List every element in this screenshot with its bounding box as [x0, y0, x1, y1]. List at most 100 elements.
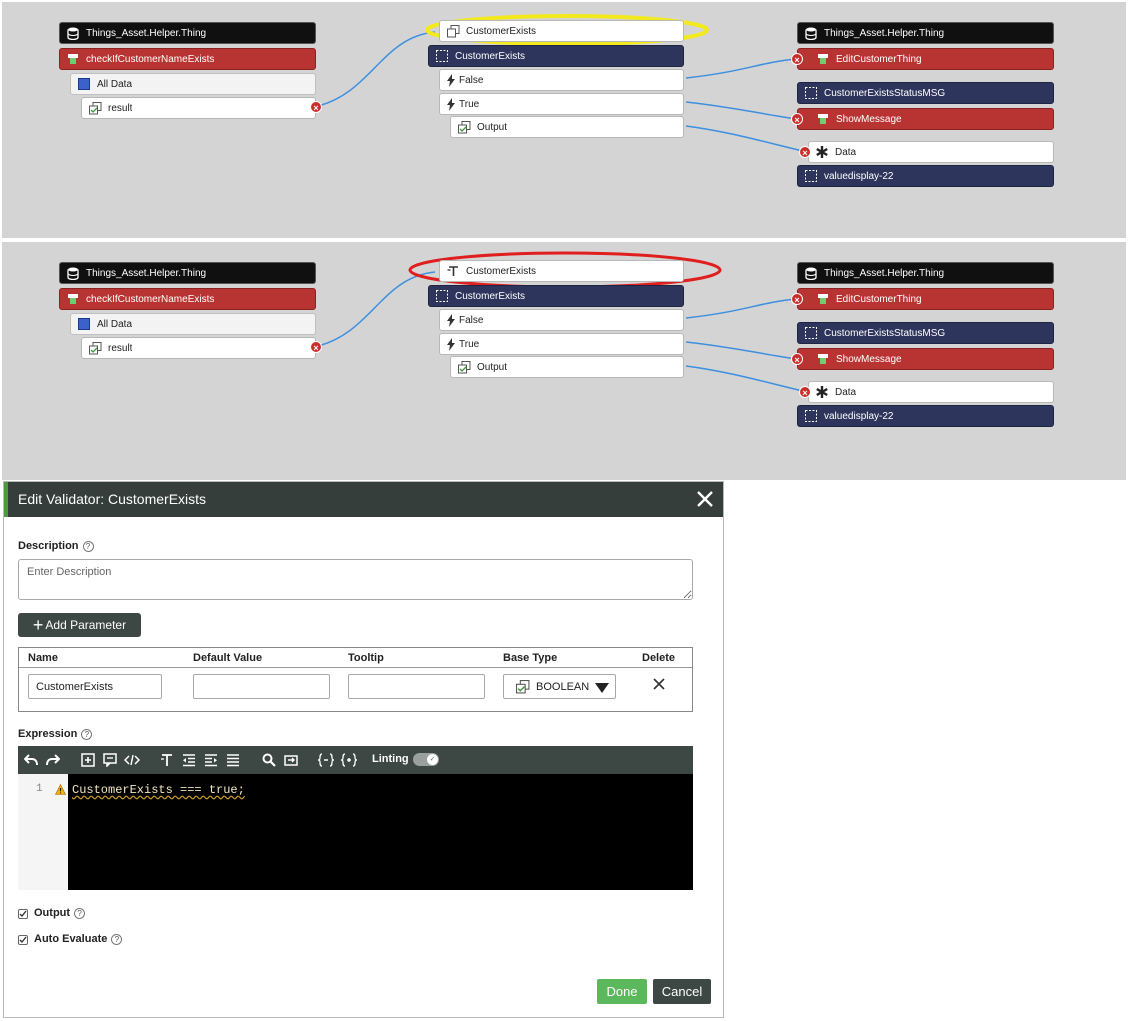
- thing-node[interactable]: Things_Asset.Helper.Thing: [59, 22, 316, 44]
- output-node[interactable]: Output: [450, 356, 684, 378]
- true-label: True: [459, 98, 480, 110]
- remove-binding-icon[interactable]: ×: [799, 386, 811, 398]
- data-property-node[interactable]: Data: [808, 381, 1054, 403]
- output-label: Output: [477, 121, 508, 133]
- boolean-icon: [88, 341, 102, 355]
- undo-icon[interactable]: [23, 752, 39, 768]
- show-message-node[interactable]: ShowMessage: [797, 348, 1054, 370]
- delete-param-icon[interactable]: [651, 676, 667, 692]
- param-label: CustomerExists: [466, 265, 537, 277]
- remove-binding-icon[interactable]: ×: [310, 341, 322, 353]
- binding-canvas-top[interactable]: Things_Asset.Helper.Thing checkIfCustome…: [2, 2, 1126, 238]
- false-event-node[interactable]: False: [439, 69, 684, 91]
- false-event-node[interactable]: False: [439, 309, 684, 331]
- valuedisplay-node[interactable]: valuedisplay-22: [797, 165, 1054, 187]
- output-checkbox[interactable]: [18, 909, 28, 919]
- description-input[interactable]: [18, 559, 693, 600]
- binding-canvas-bottom[interactable]: Things_Asset.Helper.Thing checkIfCustome…: [2, 242, 1126, 480]
- show-message-node[interactable]: ShowMessage: [797, 108, 1054, 130]
- col-base-type: Base Type: [503, 652, 558, 664]
- description-label-text: Description: [18, 540, 79, 552]
- edit-service-node[interactable]: EditCustomerThing: [797, 48, 1054, 70]
- valuedisplay-label: valuedisplay-22: [824, 410, 894, 422]
- param-name-input[interactable]: [28, 674, 162, 699]
- outdent-icon[interactable]: [181, 752, 197, 768]
- status-msg-node[interactable]: CustomerExistsStatusMSG: [797, 322, 1054, 344]
- valuedisplay-node[interactable]: valuedisplay-22: [797, 405, 1054, 427]
- indent-icon[interactable]: [203, 752, 219, 768]
- widget-icon: [804, 169, 818, 183]
- remove-binding-icon[interactable]: ×: [799, 146, 811, 158]
- all-data-node[interactable]: All Data: [70, 73, 316, 95]
- widget-icon: [435, 289, 449, 303]
- service-node[interactable]: checkIfCustomerNameExists: [59, 288, 316, 310]
- validator-param-node[interactable]: CustomerExists: [439, 260, 684, 282]
- service-icon: [816, 52, 830, 66]
- text-format-icon[interactable]: [159, 752, 175, 768]
- database-icon: [804, 26, 818, 40]
- thing-name-right: Things_Asset.Helper.Thing: [824, 267, 945, 279]
- thing-node[interactable]: Things_Asset.Helper.Thing: [59, 262, 316, 284]
- true-event-node[interactable]: True: [439, 93, 684, 115]
- align-justify-icon[interactable]: [225, 752, 241, 768]
- remove-binding-icon[interactable]: ×: [791, 353, 803, 365]
- result-field-node[interactable]: result: [81, 337, 316, 359]
- database-icon: [66, 26, 80, 40]
- thing-name: Things_Asset.Helper.Thing: [86, 27, 207, 39]
- help-icon[interactable]: ?: [111, 933, 123, 945]
- all-data-node[interactable]: All Data: [70, 313, 316, 335]
- param-tooltip-input[interactable]: [348, 674, 485, 699]
- validator-node[interactable]: CustomerExists: [428, 45, 684, 67]
- expression-label: Expression ?: [18, 728, 93, 740]
- service-icon: [66, 292, 80, 306]
- search-icon[interactable]: [261, 752, 277, 768]
- output-label: Output ?: [34, 907, 86, 919]
- edit-service-node[interactable]: EditCustomerThing: [797, 288, 1054, 310]
- output-label: Output: [477, 361, 508, 373]
- true-event-node[interactable]: True: [439, 333, 684, 355]
- text-icon: [446, 264, 460, 278]
- base-type-value: BOOLEAN: [536, 680, 590, 693]
- warning-icon[interactable]: [55, 783, 66, 795]
- all-data-label: All Data: [97, 78, 133, 90]
- expand-icon[interactable]: [341, 752, 357, 768]
- output-node[interactable]: Output: [450, 116, 684, 138]
- code-icon[interactable]: [124, 752, 140, 768]
- add-parameter-button[interactable]: + Add Parameter: [18, 613, 141, 637]
- add-snippet-icon[interactable]: [80, 752, 96, 768]
- remove-binding-icon[interactable]: ×: [791, 113, 803, 125]
- done-button[interactable]: Done: [597, 979, 647, 1004]
- service-name: checkIfCustomerNameExists: [86, 293, 215, 305]
- remove-binding-icon[interactable]: ×: [791, 293, 803, 305]
- close-icon[interactable]: [693, 487, 717, 511]
- asterisk-icon: [815, 145, 829, 159]
- data-property-node[interactable]: Data: [808, 141, 1054, 163]
- help-icon[interactable]: ?: [74, 907, 86, 919]
- boolean-icon: [446, 24, 460, 38]
- replace-icon[interactable]: [283, 752, 299, 768]
- remove-binding-icon[interactable]: ×: [791, 53, 803, 65]
- cancel-button[interactable]: Cancel: [653, 979, 711, 1004]
- widget-icon: [804, 326, 818, 340]
- code-editor[interactable]: 1 CustomerExists === true;: [18, 774, 693, 890]
- collapse-icon[interactable]: [318, 752, 334, 768]
- thing-node-right[interactable]: Things_Asset.Helper.Thing: [797, 262, 1054, 284]
- col-delete: Delete: [642, 652, 676, 664]
- base-type-select[interactable]: BOOLEAN: [503, 674, 616, 699]
- redo-icon[interactable]: [45, 752, 61, 768]
- linting-toggle[interactable]: ✓: [413, 753, 439, 766]
- false-label: False: [459, 74, 484, 86]
- auto-evaluate-checkbox[interactable]: [18, 935, 28, 945]
- help-icon[interactable]: ?: [82, 540, 94, 552]
- remove-binding-icon[interactable]: ×: [310, 101, 322, 113]
- status-msg-node[interactable]: CustomerExistsStatusMSG: [797, 82, 1054, 104]
- thing-node-right[interactable]: Things_Asset.Helper.Thing: [797, 22, 1054, 44]
- expression-toolbar: Linting ✓: [18, 746, 693, 774]
- result-field-node[interactable]: result: [81, 97, 316, 119]
- validator-param-node[interactable]: CustomerExists: [439, 20, 684, 42]
- validator-node[interactable]: CustomerExists: [428, 285, 684, 307]
- param-default-value-input[interactable]: [193, 674, 330, 699]
- comment-icon[interactable]: [102, 752, 118, 768]
- service-node[interactable]: checkIfCustomerNameExists: [59, 48, 316, 70]
- help-icon[interactable]: ?: [81, 728, 93, 740]
